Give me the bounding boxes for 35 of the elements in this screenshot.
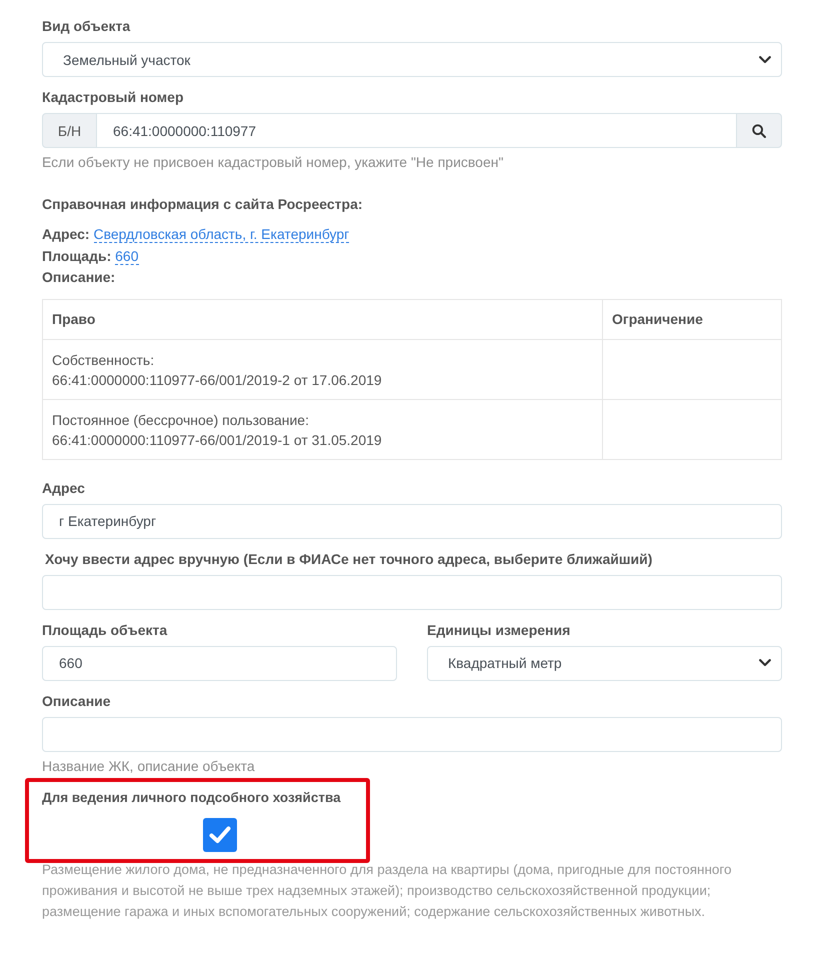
area-input[interactable]: 660 xyxy=(42,646,397,680)
description-input[interactable] xyxy=(42,716,782,752)
table-header-cell: Право xyxy=(42,299,602,339)
info-line: Площадь: 660 xyxy=(42,246,140,266)
field-label: Вид объекта xyxy=(42,17,132,36)
checkbox[interactable] xyxy=(203,818,237,852)
help-text: Название ЖК, описание объекта xyxy=(42,756,256,774)
chevron-down-icon xyxy=(759,659,771,667)
table-cell: Собственность: 66:41:0000000:110977-66/001/2019-2 от 17.06.2019 xyxy=(42,339,602,399)
object-type-select[interactable]: Земельный участок xyxy=(42,42,782,77)
info-link[interactable]: Свердловская область, г. Екатеринбург xyxy=(94,226,350,243)
table-header-cell: Ограничение xyxy=(602,299,782,339)
field-label: Описание xyxy=(42,692,112,710)
info-line: Адрес: Свердловская область, г. Екатеринбург xyxy=(42,225,350,245)
manual-address-input[interactable] xyxy=(42,574,782,610)
units-select[interactable]: Квадратный метр xyxy=(427,646,782,680)
field-label: Кадастровый номер xyxy=(42,88,184,107)
search-button[interactable] xyxy=(736,113,782,148)
cadastral-number-input[interactable]: 66:41:0000000:110977 xyxy=(97,113,736,148)
field-label: Адрес xyxy=(42,478,86,498)
section-title: Справочная информация с сайта Росреестра: xyxy=(42,195,364,214)
address-input[interactable]: г Екатеринбург xyxy=(42,504,782,538)
land-use-description: Размещение жилого дома, не предназначенного для раздела на квартиры (дома, пригодные для постоянного проживания и высотой не выше трех надземных этажей); производство сельскохозяйственной продукции; размещение гаража и иных вспомогательных сооружений; содержание сельскохозяйственных животных. xyxy=(42,860,733,921)
field-label: Площадь объекта xyxy=(42,620,168,640)
table-cell: Постоянное (бессрочное) пользование: 66:41:0000000:110977-66/001/2019-1 от 31.05.2019 xyxy=(42,399,602,459)
field-label: Хочу ввести адрес вручную (Если в ФИАСе нет точного адреса, выберите ближайший) xyxy=(44,550,654,568)
info-line: Описание: xyxy=(42,268,116,287)
field-label: Единицы измерения xyxy=(427,620,572,640)
input-addon[interactable]: Б/Н xyxy=(42,113,97,148)
info-link[interactable]: 660 xyxy=(115,248,138,264)
checkbox-label: Для ведения личного подсобного хозяйства xyxy=(42,788,342,807)
search-icon xyxy=(752,124,766,138)
check-icon xyxy=(209,826,231,844)
help-text: Если объекту не присвоен кадастровый номер, укажите "Не присвоен" xyxy=(42,153,504,171)
chevron-down-icon xyxy=(759,56,771,64)
